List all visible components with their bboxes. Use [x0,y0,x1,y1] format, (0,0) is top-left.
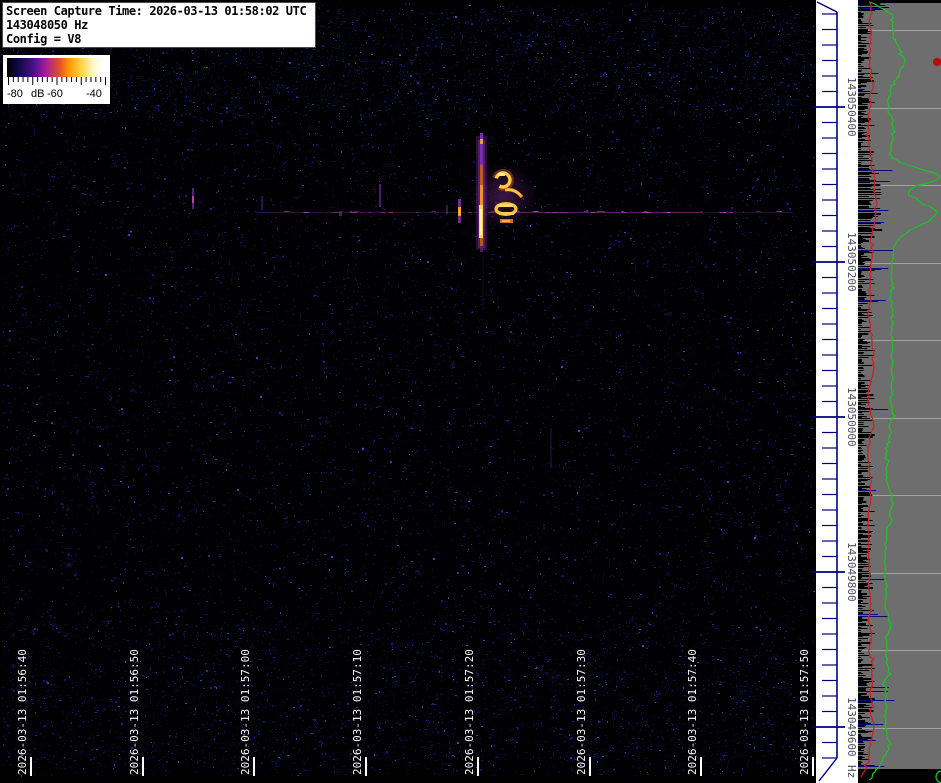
time-label: 2026-03-13 01:57:10 [351,649,364,775]
frequency-label: 143049800 [845,542,858,602]
time-label: 2026-03-13 01:57:50 [798,649,811,775]
frequency-label: 143050200 [845,232,858,292]
frequency-unit-label: Hz [845,765,858,779]
frequency-label: 143049600 [845,697,858,757]
time-label: 2026-03-13 01:57:00 [239,649,252,775]
frequency-label: 143050000 [845,387,858,447]
time-label: 2026-03-13 01:57:20 [463,649,476,775]
capture-time-text: Screen Capture Time: 2026-03-13 01:58:02… [6,4,307,18]
color-scale-legend: -80 dB -60 -40 [3,55,110,104]
color-scale-gradient [7,58,106,77]
scale-label-0: -80 [7,88,23,100]
scale-label-3: -40 [86,88,102,100]
color-scale-ruler [8,77,106,85]
time-label: 2026-03-13 01:57:40 [686,649,699,775]
spectrum-graph-panel [858,0,941,783]
frequency-label: 143050400 [845,77,858,137]
capture-frequency-text: 143048050 Hz [6,18,88,32]
screen-capture-window: 143050400 143050200 143050000 143049800 1430… [0,0,941,783]
time-label: 2026-03-13 01:57:30 [575,649,588,775]
time-label: 2026-03-13 01:56:50 [128,649,141,775]
capture-info-box: Screen Capture Time: 2026-03-13 01:58:02… [2,2,316,48]
scale-label-2: -60 [47,88,63,100]
time-label: 2026-03-13 01:56:40 [16,649,29,775]
scale-label-1: dB [31,88,45,100]
capture-config-text: Config = V8 [6,32,82,46]
